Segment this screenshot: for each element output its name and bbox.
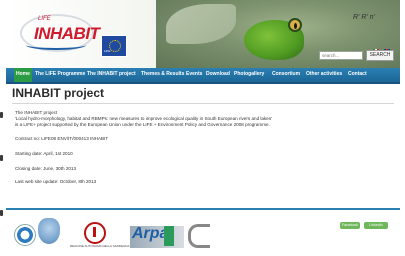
life-eu-logo[interactable]: LIFE — [101, 35, 127, 57]
nav-themes-results[interactable]: Themes & Results — [139, 68, 186, 82]
search-button[interactable]: SEARCH — [366, 50, 394, 61]
partner-logo-1[interactable] — [14, 224, 36, 246]
left-edge-markers — [0, 110, 3, 230]
logo-swoosh — [26, 40, 86, 50]
partner-logo-2[interactable] — [38, 218, 60, 244]
nav-consortium[interactable]: Consortium — [270, 68, 302, 82]
site-header: LIFE INHABIT LIFE R' R' n' search... SEA… — [6, 0, 400, 68]
nav-life-programme[interactable]: The LIFE Programme — [33, 68, 87, 82]
cnr-logo[interactable] — [188, 224, 210, 248]
intro-line: The INHABIT project — [15, 110, 58, 115]
nav-home[interactable]: Home — [14, 68, 32, 82]
search-input[interactable]: search... — [319, 51, 363, 60]
nav-photogallery[interactable]: Photogallery — [232, 68, 266, 82]
nav-other-activities[interactable]: Other activities — [304, 68, 344, 82]
edge-marker — [0, 210, 3, 216]
logo-life-text: LIFE — [38, 16, 51, 22]
language-text: R' R' n' — [353, 14, 375, 21]
closing-date: Closing date: June, 30th 2013 — [15, 166, 77, 171]
starting-date: Starting date: April, 1st 2010 — [15, 151, 73, 156]
sardinia-region-logo[interactable] — [84, 222, 106, 244]
page-title: INHABIT project — [12, 86, 105, 100]
arpa-logo-text: Arpa — [132, 225, 169, 242]
edge-marker — [0, 155, 3, 161]
intro-line: 'Local hydro-morphology, habitat and RBM… — [15, 116, 273, 121]
footer-divider — [6, 208, 400, 210]
nav-events[interactable]: Events — [184, 68, 204, 82]
frog-eye — [288, 18, 302, 32]
last-update: Last web site update: October, 8th 2013 — [15, 179, 97, 184]
facebook-button[interactable]: Facebook — [340, 222, 360, 229]
nav-download[interactable]: Download — [204, 68, 232, 82]
eu-stars-icon — [109, 40, 121, 52]
arpa-logo-mark — [164, 226, 174, 246]
main-nav: Home The LIFE Programme The INHABIT proj… — [6, 68, 400, 84]
inhabit-logo[interactable]: LIFE INHABIT — [20, 14, 100, 54]
page: LIFE INHABIT LIFE R' R' n' search... SEA… — [0, 0, 405, 256]
contract-number: Contract no: LIFE08 ENV/IT/000413 INHABI… — [15, 136, 109, 141]
sardinia-region-text: REGIONE AUTONOMA DELLA SARDEGNA — [70, 244, 130, 248]
edge-marker — [0, 112, 3, 118]
life-eu-label: LIFE — [104, 49, 111, 53]
linkedin-button[interactable]: Linkedin — [364, 222, 388, 229]
title-divider — [12, 103, 394, 104]
intro-line: is a LIFE+ project supported by the Euro… — [15, 122, 270, 127]
nav-inhabit-project[interactable]: The INHABIT project — [85, 68, 138, 82]
nav-contact[interactable]: Contact — [346, 68, 369, 82]
